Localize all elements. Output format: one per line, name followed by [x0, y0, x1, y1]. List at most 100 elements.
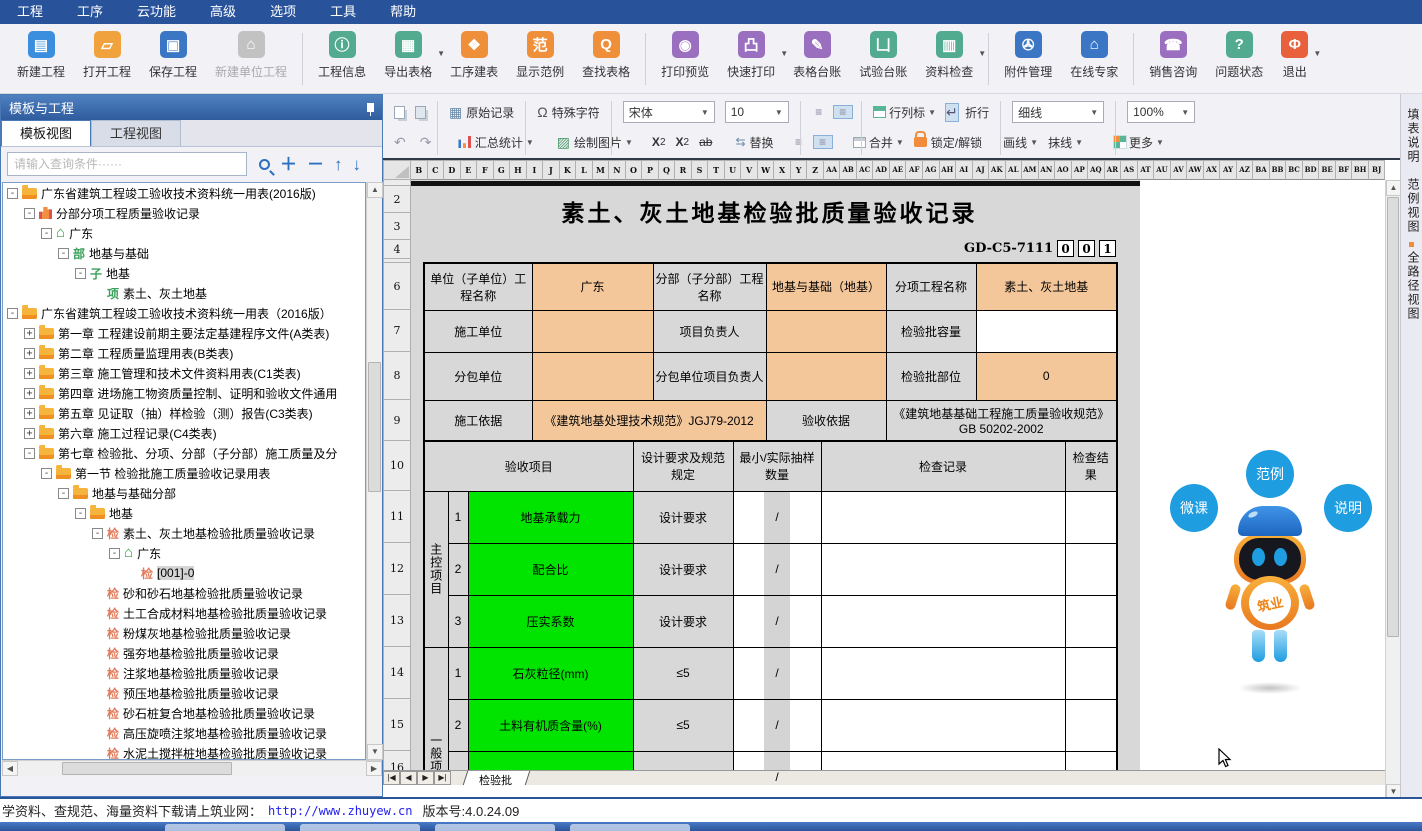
sheet-canvas[interactable]: 素土、灰土地基检验批质量验收记录 GD-C5-7111 001 单位（子单位）工… [411, 180, 1385, 785]
column-header-BE[interactable]: BE [1319, 160, 1336, 180]
row-header-2[interactable]: 2 [383, 186, 411, 213]
tree-vertical-scrollbar[interactable]: ▲ ▼ [366, 182, 382, 760]
tab-template-view[interactable]: 模板视图 [1, 120, 91, 146]
row-header-11[interactable]: 11 [383, 491, 411, 543]
collapse-box-icon[interactable]: - [41, 228, 52, 239]
tree-item-label[interactable]: 强夯地基检验批质量验收记录 [123, 645, 279, 662]
column-header-AX[interactable]: AX [1204, 160, 1221, 180]
check-result-cell[interactable] [1065, 491, 1117, 543]
special-char-button[interactable]: Ω特殊字符 [537, 104, 599, 121]
tree-item-label[interactable]: 地基 [109, 505, 133, 522]
tree-item-label[interactable]: 水泥土搅拌桩地基检验批质量验收记录 [123, 745, 327, 761]
collapse-box-icon[interactable]: - [24, 448, 35, 459]
align-left-icon[interactable]: ≡ [789, 135, 809, 149]
expand-box-icon[interactable]: + [24, 328, 35, 339]
tree-item[interactable]: -地基与基础分部 [3, 483, 365, 503]
document-paper[interactable]: 素土、灰土地基检验批质量验收记录 GD-C5-7111 001 单位（子单位）工… [411, 180, 1140, 785]
显示范例-button[interactable]: 范显示范例 [507, 31, 573, 80]
column-header-C[interactable]: C [428, 160, 445, 180]
line-style-select[interactable]: 细线▼ [1012, 101, 1104, 123]
column-header-AU[interactable]: AU [1154, 160, 1171, 180]
column-header-B[interactable]: B [411, 160, 428, 180]
info-label-cell[interactable]: 分部（子分部）工程名称 [653, 263, 766, 310]
info-value-cell[interactable] [532, 310, 653, 352]
info-label-cell[interactable]: 分包单位项目负责人 [653, 352, 766, 400]
check-item-cell[interactable]: 压实系数 [468, 595, 633, 647]
menu-item-高级[interactable]: 高级 [193, 0, 253, 24]
column-header-AN[interactable]: AN [1039, 160, 1056, 180]
tree-item[interactable]: 检高压旋喷注浆地基检验批质量验收记录 [3, 723, 365, 743]
column-header-BF[interactable]: BF [1336, 160, 1353, 180]
font-name-select[interactable]: 宋体▼ [623, 101, 715, 123]
tree-item-label[interactable]: 地基 [106, 265, 130, 282]
row-header-15[interactable]: 15 [383, 699, 411, 751]
move-up-icon[interactable]: ↑ [334, 156, 343, 173]
tree-item[interactable]: +第三章 施工管理和技术文件资料用表(C1类表) [3, 363, 365, 383]
在线专家-button[interactable]: ⌂在线专家 [1061, 31, 1127, 80]
check-result-cell[interactable] [1065, 699, 1117, 751]
column-header-BD[interactable]: BD [1303, 160, 1320, 180]
expand-box-icon[interactable]: + [24, 408, 35, 419]
spec-cell[interactable]: 设计要求 [633, 543, 733, 595]
工程信息-button[interactable]: ⓘ工程信息 [309, 31, 375, 80]
sample-quantity-cell[interactable]: / [733, 491, 821, 543]
工序建表-button[interactable]: ❖工序建表 [441, 31, 507, 80]
expand-box-icon[interactable]: + [24, 428, 35, 439]
tree-item[interactable]: +第六章 施工过程记录(C4类表) [3, 423, 365, 443]
check-record-cell[interactable] [821, 647, 1065, 699]
tree-item[interactable]: 检土工合成材料地基检验批质量验收记录 [3, 603, 365, 623]
spec-cell[interactable]: 设计要求 [633, 595, 733, 647]
tree-item-label[interactable]: 第二章 工程质量监理用表(B类表) [58, 345, 233, 362]
column-header-AQ[interactable]: AQ [1088, 160, 1105, 180]
check-record-cell[interactable] [821, 699, 1065, 751]
code-box[interactable]: 0 [1057, 240, 1074, 257]
subscript-button[interactable]: X2 [676, 135, 690, 149]
info-label-cell[interactable]: 《建筑地基基础工程施工质量验收规范》GB 50202-2002 [886, 400, 1117, 441]
column-header-AG[interactable]: AG [923, 160, 940, 180]
collapse-box-icon[interactable]: - [92, 528, 103, 539]
info-value-cell[interactable] [976, 310, 1117, 352]
tree-item[interactable]: 检砂石桩复合地基检验批质量验收记录 [3, 703, 365, 723]
column-header-AB[interactable]: AB [840, 160, 857, 180]
column-header-Q[interactable]: Q [659, 160, 676, 180]
check-record-cell[interactable] [821, 491, 1065, 543]
column-header-U[interactable]: U [725, 160, 742, 180]
tree-item[interactable]: -第七章 检验批、分项、分部（子分部）施工质量及分 [3, 443, 365, 463]
check-result-cell[interactable] [1065, 647, 1117, 699]
collapse-box-icon[interactable]: - [58, 248, 69, 259]
spec-cell[interactable]: ≤5 [633, 647, 733, 699]
status-url[interactable]: http://www.zhuyew.cn [268, 804, 413, 818]
row-header-8[interactable]: 8 [383, 352, 411, 400]
tree-item[interactable]: 检预压地基检验批质量验收记录 [3, 683, 365, 703]
collapse-box-icon[interactable]: - [41, 468, 52, 479]
sample-quantity-cell[interactable]: / [733, 699, 821, 751]
expand-box-icon[interactable]: + [24, 368, 35, 379]
more-button[interactable]: 更多▼ [1114, 134, 1164, 151]
summary-stats-button[interactable]: 汇总统计▼ [458, 134, 533, 151]
menu-item-工具[interactable]: 工具 [313, 0, 373, 24]
tab-example-view[interactable]: 范例视图 [1405, 178, 1422, 234]
column-header-R[interactable]: R [675, 160, 692, 180]
info-label-cell[interactable]: 检验批部位 [886, 352, 976, 400]
expand-box-icon[interactable]: + [24, 388, 35, 399]
tab-fullpath-view[interactable]: 全路径视图 [1405, 251, 1422, 321]
column-header-AD[interactable]: AD [873, 160, 890, 180]
collapse-all-icon[interactable]: － [307, 156, 324, 173]
tree-item[interactable]: -部地基与基础 [3, 243, 365, 263]
column-header-D[interactable]: D [444, 160, 461, 180]
tree-item-label[interactable]: [001]-0 [157, 566, 194, 580]
check-record-cell[interactable] [821, 595, 1065, 647]
spec-cell[interactable]: ≤5 [633, 699, 733, 751]
info-label-cell[interactable]: 单位（子单位）工程名称 [424, 263, 532, 310]
info-label-cell[interactable]: 项目负责人 [653, 310, 766, 352]
info-value-cell[interactable] [766, 310, 886, 352]
column-header-G[interactable]: G [494, 160, 511, 180]
prev-sheet-button[interactable]: ◀ [400, 771, 417, 785]
sample-quantity-cell[interactable]: / [733, 543, 821, 595]
退出-button[interactable]: Φ退出▼ [1272, 31, 1317, 80]
tree-item-label[interactable]: 砂和砂石地基检验批质量验收记录 [123, 585, 303, 602]
tree-item[interactable]: 检砂和砂石地基检验批质量验收记录 [3, 583, 365, 603]
tree-item-label[interactable]: 广东省建筑工程竣工验收技术资料统一用表（2016版） [41, 305, 332, 322]
sheet-tab[interactable]: 检验批 [463, 771, 531, 785]
column-header-O[interactable]: O [626, 160, 643, 180]
